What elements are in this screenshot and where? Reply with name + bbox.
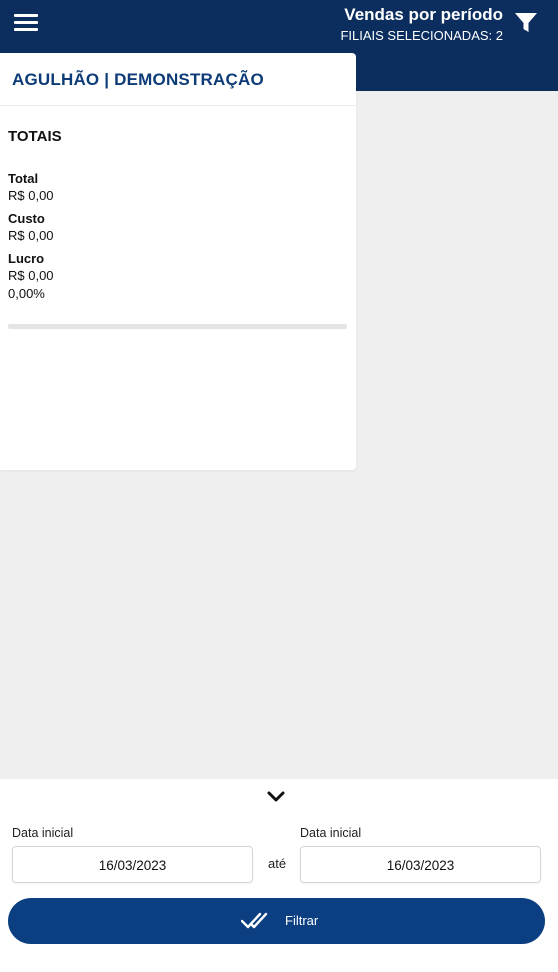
header-titles: Vendas por período FILIAIS SELECIONADAS:… [340, 5, 503, 45]
selected-branches-label: FILIAIS SELECIONADAS: 2 [340, 28, 503, 43]
chevron-down-icon[interactable] [266, 789, 286, 805]
card-body: TOTAIS Total R$ 0,00 Custo R$ 0,00 Lucro… [0, 106, 356, 329]
start-date-label: Data inicial [12, 826, 74, 840]
card-header: AGULHÃO | DEMONSTRAÇÃO [0, 53, 356, 106]
end-date-label: Data inicial [300, 826, 362, 840]
metric-value-lucro-percent: 0,00% [8, 286, 45, 301]
start-date-field[interactable]: 16/03/2023 [12, 846, 253, 883]
page-title: Vendas por período [344, 5, 503, 24]
metric-value-custo: R$ 0,00 [8, 228, 54, 243]
date-separator: até [268, 856, 287, 871]
menu-icon[interactable] [14, 14, 38, 32]
filter-panel: Data inicial 16/03/2023 até Data inicial… [0, 779, 558, 972]
filter-icon[interactable] [514, 12, 538, 34]
filter-button-label: Filtrar [285, 913, 319, 928]
metric-label-custo: Custo [8, 211, 45, 226]
totals-card: AGULHÃO | DEMONSTRAÇÃO TOTAIS Total R$ 0… [0, 53, 356, 470]
divider-bar [8, 324, 347, 329]
double-check-icon [240, 911, 271, 931]
section-title: TOTAIS [8, 128, 62, 145]
filter-button[interactable]: Filtrar [8, 898, 545, 944]
metric-label-lucro: Lucro [8, 251, 45, 266]
end-date-field[interactable]: 16/03/2023 [300, 846, 541, 883]
metric-value-lucro: R$ 0,00 [8, 268, 54, 283]
metric-value-total: R$ 0,00 [8, 188, 54, 203]
metric-label-total: Total [8, 171, 39, 186]
branch-title: AGULHÃO | DEMONSTRAÇÃO [12, 70, 264, 89]
